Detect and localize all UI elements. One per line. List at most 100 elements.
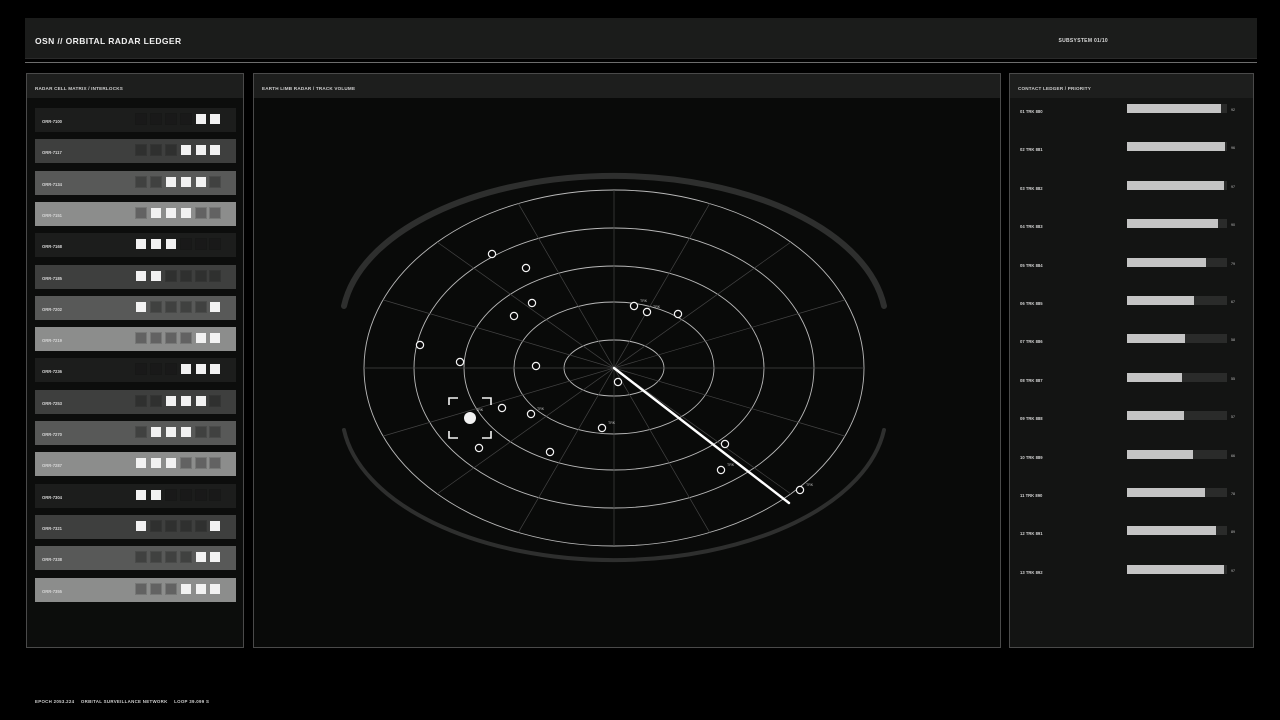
interlock-indicator-off[interactable] — [150, 394, 162, 407]
interlock-indicator-on[interactable] — [181, 364, 191, 375]
interlock-indicator-on[interactable] — [210, 364, 220, 375]
cell-row[interactable]: ORR-7321 — [35, 514, 236, 539]
interlock-indicator-off[interactable] — [195, 426, 207, 438]
interlock-indicator-off[interactable] — [209, 238, 221, 251]
interlock-indicator-off[interactable] — [165, 144, 177, 157]
interlock-indicator-off[interactable] — [135, 582, 147, 595]
track-blip[interactable] — [795, 485, 805, 495]
cell-row[interactable]: ORR-7100 — [35, 108, 236, 132]
interlock-indicator-off[interactable] — [195, 488, 207, 501]
track-row[interactable]: 05 TRK 884 79 — [1020, 257, 1250, 272]
interlock-indicator-off[interactable] — [180, 300, 192, 313]
interlock-indicator-off[interactable] — [209, 206, 221, 219]
track-blip[interactable] — [720, 439, 730, 449]
track-blip[interactable] — [509, 311, 519, 321]
track-row[interactable]: 06 TRK 885 67 — [1020, 296, 1250, 310]
track-blip[interactable] — [531, 361, 541, 371]
interlock-indicator-on[interactable] — [166, 239, 176, 250]
interlock-indicator-on[interactable] — [136, 489, 146, 500]
interlock-indicator-on[interactable] — [166, 458, 176, 469]
track-row[interactable]: 11 TRK 890 78 — [1020, 488, 1250, 502]
interlock-indicator-off[interactable] — [150, 551, 162, 564]
interlock-indicator-on[interactable] — [181, 395, 191, 406]
interlock-indicator-on[interactable] — [166, 176, 176, 187]
track-blip[interactable] — [487, 249, 497, 259]
interlock-indicator-on[interactable] — [166, 395, 176, 406]
interlock-indicator-off[interactable] — [180, 269, 192, 282]
track-blip[interactable] — [597, 423, 607, 433]
interlock-indicator-off[interactable] — [209, 488, 221, 501]
interlock-indicator-off[interactable] — [195, 269, 207, 282]
interlock-indicator-on[interactable] — [210, 114, 220, 124]
interlock-indicator-off[interactable] — [165, 488, 177, 501]
track-row[interactable]: 08 TRK 887 55 — [1020, 372, 1250, 387]
interlock-indicator-off[interactable] — [135, 332, 147, 345]
interlock-indicator-on[interactable] — [151, 427, 161, 437]
interlock-indicator-off[interactable] — [135, 175, 147, 188]
interlock-indicator-off[interactable] — [165, 519, 177, 532]
cell-row[interactable]: ORR-7185 — [35, 264, 236, 289]
cell-row[interactable]: ORR-7236 — [35, 358, 236, 383]
interlock-indicator-off[interactable] — [209, 426, 221, 438]
interlock-indicator-off[interactable] — [180, 488, 192, 501]
interlock-indicator-on[interactable] — [136, 458, 146, 469]
interlock-indicator-off[interactable] — [180, 238, 192, 251]
track-blip[interactable] — [629, 301, 639, 311]
interlock-indicator-off[interactable] — [180, 332, 192, 345]
interlock-indicator-on[interactable] — [151, 458, 161, 469]
track-row[interactable]: 13 TRK 892 97 — [1020, 564, 1250, 579]
cell-row[interactable]: ORR-7270 — [35, 421, 236, 445]
cell-row[interactable]: ORR-7355 — [35, 577, 236, 602]
interlock-indicator-on[interactable] — [196, 583, 206, 594]
interlock-indicator-off[interactable] — [150, 300, 162, 313]
interlock-indicator-off[interactable] — [180, 551, 192, 564]
interlock-indicator-on[interactable] — [181, 145, 191, 156]
cell-row[interactable]: ORR-7117 — [35, 139, 236, 164]
interlock-indicator-off[interactable] — [180, 457, 192, 470]
track-row[interactable]: 12 TRK 891 89 — [1020, 526, 1250, 540]
cell-row[interactable]: ORR-7304 — [35, 483, 236, 508]
track-blip[interactable] — [415, 340, 425, 350]
interlock-indicator-on[interactable] — [136, 520, 146, 531]
interlock-indicator-on[interactable] — [210, 552, 220, 563]
interlock-indicator-off[interactable] — [165, 332, 177, 345]
track-blip[interactable] — [455, 357, 465, 367]
interlock-indicator-off[interactable] — [209, 457, 221, 470]
track-blip[interactable] — [642, 307, 652, 317]
interlock-indicator-off[interactable] — [165, 269, 177, 282]
cell-row[interactable]: ORR-7219 — [35, 327, 236, 352]
interlock-indicator-off[interactable] — [165, 300, 177, 313]
track-row[interactable]: 09 TRK 888 57 — [1020, 411, 1250, 425]
cell-row[interactable]: ORR-7287 — [35, 452, 236, 477]
track-blip[interactable] — [526, 409, 536, 419]
track-blip[interactable] — [613, 377, 623, 387]
interlock-indicator-off[interactable] — [135, 206, 147, 219]
interlock-indicator-off[interactable] — [150, 582, 162, 595]
interlock-indicator-off[interactable] — [209, 175, 221, 188]
track-row[interactable]: 03 TRK 882 97 — [1020, 180, 1250, 195]
track-blip[interactable] — [497, 403, 507, 413]
interlock-indicator-on[interactable] — [151, 489, 161, 500]
track-row[interactable]: 07 TRK 886 58 — [1020, 334, 1250, 348]
interlock-indicator-on[interactable] — [210, 333, 220, 344]
interlock-indicator-off[interactable] — [209, 269, 221, 282]
interlock-indicator-on[interactable] — [196, 145, 206, 156]
interlock-indicator-on[interactable] — [196, 552, 206, 563]
cell-row[interactable]: ORR-7168 — [35, 233, 236, 258]
interlock-indicator-off[interactable] — [150, 363, 162, 376]
interlock-indicator-off[interactable] — [150, 175, 162, 188]
interlock-indicator-on[interactable] — [181, 207, 191, 218]
interlock-indicator-on[interactable] — [166, 207, 176, 218]
interlock-indicator-on[interactable] — [196, 364, 206, 375]
track-row[interactable]: 04 TRK 883 90 — [1020, 219, 1250, 233]
interlock-indicator-off[interactable] — [195, 238, 207, 251]
interlock-indicator-on[interactable] — [151, 270, 161, 281]
track-blip[interactable] — [716, 465, 726, 475]
interlock-indicator-on[interactable] — [210, 145, 220, 156]
interlock-indicator-on[interactable] — [210, 520, 220, 531]
cell-row[interactable]: ORR-7134 — [35, 170, 236, 195]
interlock-indicator-off[interactable] — [195, 300, 207, 313]
cell-row[interactable]: ORR-7253 — [35, 389, 236, 414]
cell-row[interactable]: ORR-7202 — [35, 295, 236, 320]
interlock-indicator-off[interactable] — [135, 394, 147, 407]
